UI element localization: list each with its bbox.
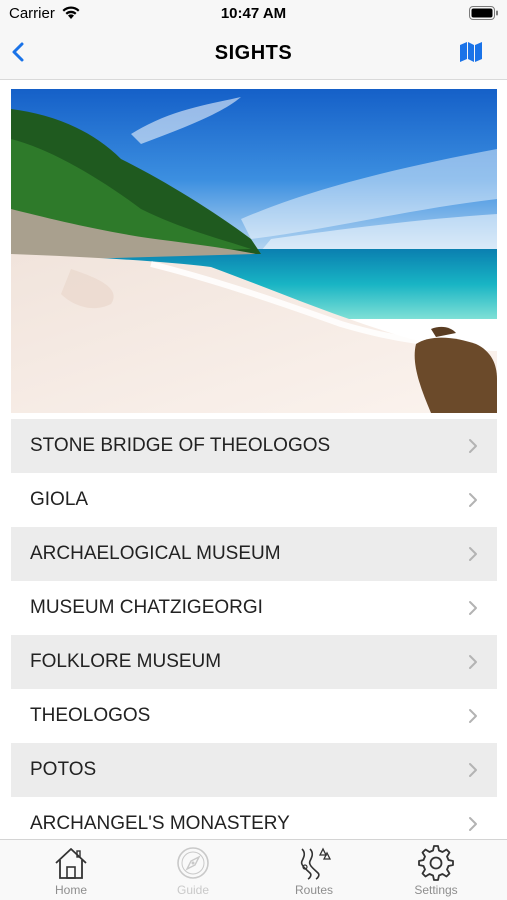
sights-list: STONE BRIDGE OF THEOLOGOS GIOLA ARCHAELO… xyxy=(11,419,497,851)
list-item[interactable]: ARCHAELOGICAL MUSEUM xyxy=(11,527,497,581)
list-item-label: MUSEUM CHATZIGEORGI xyxy=(30,597,263,618)
list-item-label: FOLKLORE MUSEUM xyxy=(30,651,222,672)
chevron-right-icon xyxy=(469,493,477,507)
chevron-right-icon xyxy=(469,439,477,453)
list-item[interactable]: FOLKLORE MUSEUM xyxy=(11,635,497,689)
status-bar: Carrier 10:47 AM xyxy=(0,0,507,26)
list-item[interactable]: MUSEUM CHATZIGEORGI xyxy=(11,581,497,635)
beach-photo xyxy=(11,89,497,413)
tab-label: Settings xyxy=(414,883,458,897)
list-item-label: ARCHANGEL'S MONASTERY xyxy=(30,813,290,834)
chevron-right-icon xyxy=(469,709,477,723)
tab-label: Routes xyxy=(294,883,334,897)
list-item-label: POTOS xyxy=(30,759,97,780)
list-item-label: STONE BRIDGE OF THEOLOGOS xyxy=(30,435,331,456)
list-item-label: GIOLA xyxy=(30,489,89,510)
chevron-right-icon xyxy=(469,655,477,669)
battery-icon xyxy=(469,6,498,20)
list-item[interactable]: GIOLA xyxy=(11,473,497,527)
chevron-right-icon xyxy=(469,763,477,777)
status-time: 10:47 AM xyxy=(220,5,287,22)
tab-label: Guide xyxy=(176,883,210,897)
tab-label: Home xyxy=(54,883,87,897)
gear-icon xyxy=(418,845,454,881)
compass-icon xyxy=(177,847,209,879)
tab-settings[interactable]: Settings xyxy=(386,840,486,900)
routes-icon xyxy=(300,847,332,880)
tab-routes[interactable]: Routes xyxy=(264,840,364,900)
chevron-right-icon xyxy=(469,601,477,615)
page-title: SIGHTS xyxy=(214,42,293,64)
list-item[interactable]: POTOS xyxy=(11,743,497,797)
list-item[interactable]: THEOLOGOS xyxy=(11,689,497,743)
list-item-label: ARCHAELOGICAL MUSEUM xyxy=(30,543,281,564)
map-icon[interactable] xyxy=(459,41,483,63)
chevron-right-icon xyxy=(469,547,477,561)
hero-image xyxy=(11,89,497,413)
tab-guide[interactable]: Guide xyxy=(143,840,243,900)
list-item-label: THEOLOGOS xyxy=(30,705,151,726)
tab-home[interactable]: Home xyxy=(21,840,121,900)
chevron-right-icon xyxy=(469,817,477,831)
list-item[interactable]: STONE BRIDGE OF THEOLOGOS xyxy=(11,419,497,473)
navigation-bar: SIGHTS xyxy=(0,26,507,80)
tab-bar: Home Guide Routes Settings xyxy=(0,839,507,900)
home-icon xyxy=(55,848,87,879)
